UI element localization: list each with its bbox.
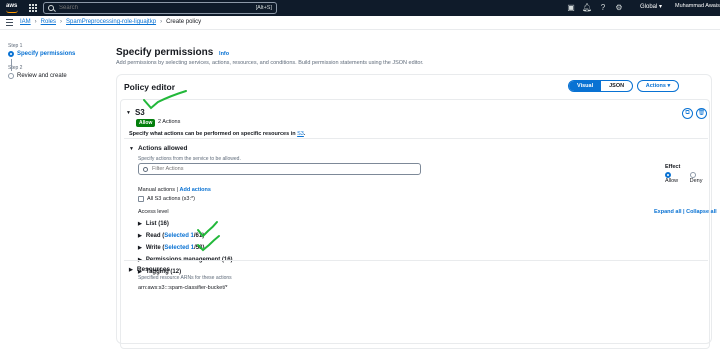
effect-allow-radio[interactable]: Allow <box>665 172 684 184</box>
access-level-label: Access level <box>138 209 169 215</box>
step-2-label: Step 2 <box>8 65 23 71</box>
service-spec-text: Specify what actions can be performed on… <box>129 131 306 137</box>
breadcrumb-role[interactable]: SpamPreprocessing-role-liguajtkp <box>66 19 156 25</box>
duplicate-icon[interactable]: ⧉ <box>682 108 693 119</box>
account-menu[interactable]: Muhammad Awais ▾ <box>675 3 720 9</box>
step-1[interactable]: Specify permissions <box>8 51 98 57</box>
breadcrumb-current: Create policy <box>166 19 202 25</box>
page-subtitle: Add permissions by selecting services, a… <box>116 60 424 66</box>
cloudshell-icon[interactable]: ▣ <box>566 3 576 13</box>
policy-editor: Policy editor Visual JSON Actions ▾ ▼ S3… <box>116 74 717 349</box>
caret-right-icon: ▶ <box>129 266 133 273</box>
caret-down-icon: ▼ <box>129 145 134 152</box>
resource-arn: arn:aws:s3:::spam-classifier-bucket/* <box>138 285 228 291</box>
step-1-title: Specify permissions <box>17 51 76 57</box>
effect-options: Allow Deny <box>665 172 708 184</box>
expand-collapse-links[interactable]: Expand all | Collapse all <box>654 209 717 215</box>
chevron-right-icon: › <box>34 19 37 25</box>
step-connector <box>10 59 12 71</box>
effect-label: Effect <box>665 164 681 170</box>
step-2[interactable]: Review and create <box>8 73 98 79</box>
actions-allowed-header[interactable]: ▼ Actions allowed <box>129 145 187 152</box>
actions-dropdown[interactable]: Actions ▾ <box>637 80 679 92</box>
service-link[interactable]: S3 <box>297 131 304 137</box>
search-icon <box>143 166 148 172</box>
mode-visual-button[interactable]: Visual <box>569 81 602 91</box>
aws-logo[interactable]: aws <box>6 3 20 13</box>
editor-mode-toggle: Visual JSON <box>568 80 634 92</box>
breadcrumb-iam[interactable]: IAM <box>20 19 31 25</box>
resources-header[interactable]: ▶ Resources <box>129 266 170 273</box>
filter-actions-input[interactable] <box>152 166 416 172</box>
chevron-right-icon: › <box>160 19 163 25</box>
step-1-label: Step 1 <box>8 43 23 49</box>
caret-down-icon: ▼ <box>126 109 131 116</box>
breadcrumb: IAM › Roles › SpamPreprocessing-role-lig… <box>20 19 201 25</box>
chevron-right-icon: › <box>60 19 63 25</box>
notifications-icon[interactable]: 🔔︎ <box>582 3 592 13</box>
actions-allowed-description: Specify actions from the service to be a… <box>138 156 241 162</box>
access-level-read[interactable]: ▶ Read (Selected 1/61) <box>138 233 204 239</box>
services-grid-icon[interactable] <box>28 3 38 13</box>
service-statement: ▼ S3 ⧉ 🗑︎ Allow 2 Actions Specify what a… <box>120 99 717 349</box>
settings-icon[interactable]: ⚙ <box>614 3 624 13</box>
page-title: Specify permissions Info <box>116 47 230 58</box>
service-name: S3 <box>134 108 145 117</box>
caret-right-icon: ▶ <box>138 221 142 227</box>
editor-title: Policy editor <box>124 82 176 92</box>
filter-actions[interactable] <box>138 163 421 175</box>
breadcrumb-roles[interactable]: Roles <box>41 19 56 25</box>
checkbox[interactable] <box>138 196 144 202</box>
step-inactive-icon <box>8 73 14 79</box>
mode-json-button[interactable]: JSON <box>601 81 632 91</box>
step-active-icon <box>8 51 14 57</box>
actions-count: 2 Actions <box>158 119 181 125</box>
allow-badge: Allow <box>136 119 156 127</box>
resources-description: Specified resource ARNs for these action… <box>138 275 232 281</box>
global-search[interactable]: [Alt+S] <box>43 2 277 14</box>
help-icon[interactable]: ? <box>598 3 608 13</box>
top-nav-bar: aws [Alt+S] ▣ 🔔︎ ? ⚙ Global ▾ Muhammad A… <box>0 0 720 16</box>
service-header[interactable]: ▼ S3 <box>126 108 145 117</box>
info-link[interactable]: Info <box>219 51 229 57</box>
resources-section: ▶ Resources Specified resource ARNs for … <box>124 260 708 291</box>
menu-icon[interactable] <box>6 19 13 26</box>
search-shortcut: [Alt+S] <box>255 5 272 11</box>
access-level-list[interactable]: ▶ List (16) <box>138 221 169 227</box>
manual-actions: Manual actions | Add actions <box>138 187 211 193</box>
breadcrumb-bar: IAM › Roles › SpamPreprocessing-role-lig… <box>0 16 720 30</box>
add-actions-link[interactable]: Add actions <box>179 187 210 193</box>
search-icon <box>48 5 54 11</box>
all-s3-actions[interactable]: All S3 actions (s3:*) <box>138 196 195 202</box>
access-level-write[interactable]: ▶ Write (Selected 1/58) <box>138 245 204 251</box>
step-2-title: Review and create <box>17 73 67 79</box>
caret-right-icon: ▶ <box>138 233 142 239</box>
wizard-steps: Step 1 Specify permissions Step 2 Review… <box>8 43 98 79</box>
region-selector[interactable]: Global ▾ <box>640 3 662 10</box>
search-input[interactable] <box>59 5 256 11</box>
delete-icon[interactable]: 🗑︎ <box>696 108 707 119</box>
caret-right-icon: ▶ <box>138 245 142 251</box>
effect-deny-radio[interactable]: Deny <box>689 172 708 184</box>
